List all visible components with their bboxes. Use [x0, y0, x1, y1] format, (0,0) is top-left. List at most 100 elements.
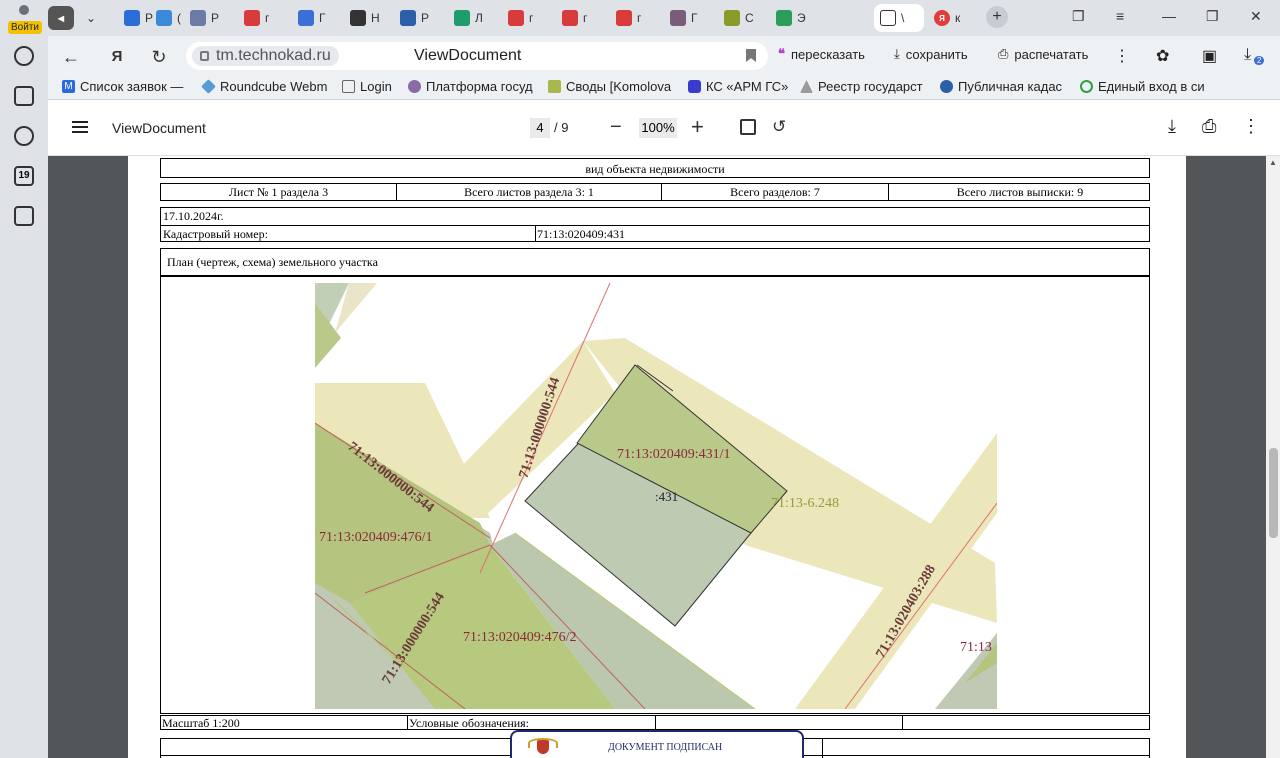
print-page-button[interactable]: ⎙ распечатать [998, 46, 1088, 62]
tab-favicon-icon [124, 10, 140, 26]
tab-audio[interactable]: Р [400, 4, 429, 32]
back-button[interactable]: ← [60, 46, 82, 68]
zoom-input[interactable]: 100% [639, 118, 677, 138]
bookmark-item[interactable]: Платформа госуд [408, 79, 533, 94]
hamburger-menu-icon[interactable] [72, 121, 88, 123]
rotate-icon[interactable]: ↺ [772, 117, 786, 137]
yandex-icon: Я [934, 10, 950, 26]
object-type-row: вид объекта недвижимости [160, 158, 1150, 178]
collections-rail-icon[interactable] [14, 86, 34, 106]
bookmark-item[interactable]: Roundcube Webm [201, 79, 327, 94]
fit-page-icon[interactable] [740, 119, 756, 135]
tab-map[interactable]: г [508, 4, 533, 32]
tab-doc[interactable]: г [244, 4, 269, 32]
user-icon [19, 5, 29, 15]
tab-emblem[interactable]: С [724, 4, 754, 32]
page-title: ViewDocument [414, 47, 522, 64]
retell-icon: ❝ [778, 46, 785, 61]
bookmark-item[interactable]: Реестр государст [800, 79, 923, 94]
scale-label: Масштаб 1:200 [162, 716, 240, 730]
plan-caption: План (чертеж, схема) земельного участка [167, 255, 378, 269]
pdf-download-icon[interactable]: ⤓ [1168, 116, 1176, 137]
cadastral-number-value: 71:13:020409:431 [537, 227, 626, 241]
emblem-eagle-icon [528, 734, 558, 758]
close-window-button[interactable]: ✕ [1250, 8, 1262, 25]
address-field[interactable]: tm.technokad.ru ViewDocument [186, 42, 768, 70]
reading-list-icon[interactable]: ▣ [1202, 46, 1217, 66]
downloads-count-badge: 2 [1254, 56, 1265, 65]
tab-blue[interactable]: ( [156, 4, 181, 32]
tab-active[interactable]: \ [874, 4, 924, 32]
tab-home[interactable]: Н [350, 4, 380, 32]
tab-favicon-icon [562, 10, 578, 26]
tab-pdf[interactable]: Г [298, 4, 326, 32]
document-icon [880, 10, 896, 26]
label-neighbor-4: 71:13 [960, 640, 992, 655]
lock-icon [200, 51, 209, 61]
zoom-out-button[interactable]: − [610, 116, 622, 139]
tab-list-dropdown[interactable]: ⌄ [86, 4, 96, 32]
object-type-caption: вид объекта недвижимости [585, 162, 725, 176]
menu-icon[interactable]: ≡ [1116, 8, 1124, 24]
video-icon[interactable] [14, 126, 34, 146]
tab-earth[interactable]: Л [454, 4, 483, 32]
tab-favicon-icon [190, 10, 206, 26]
scrollbar-thumb[interactable] [1269, 448, 1278, 538]
reload-button[interactable]: ↻ [148, 46, 170, 68]
vertical-scrollbar[interactable]: ▲ [1266, 156, 1280, 758]
calendar-icon[interactable]: 19 [14, 166, 34, 186]
tab-pinned-audio[interactable]: ◀ [48, 4, 79, 32]
downloads-button[interactable]: ⤓ 2 [1244, 46, 1265, 65]
public-map-icon [940, 80, 953, 93]
tab-bar: Войти ◀ ⌄ Р(Рг Г Н Р Лг г г Г С Э \ Я к + ❐ ≡ — ❐… [0, 0, 1280, 36]
tab-pdf-4[interactable]: Г [670, 4, 698, 32]
bookmark-item[interactable]: Своды [Komolova [548, 79, 671, 94]
roundcube-icon [201, 79, 216, 94]
screenshot-icon[interactable] [14, 206, 34, 226]
bookmark-item[interactable]: Единый вход в си [1080, 79, 1205, 94]
label-neighbor-1: 71:13:020409:476/1 [319, 530, 433, 545]
pdf-more-icon[interactable]: ⋮ [1242, 116, 1260, 137]
bookmark-item[interactable]: Login [342, 79, 392, 94]
profile-button[interactable]: Войти [6, 3, 42, 34]
page-icon [342, 80, 355, 93]
scroll-up-icon[interactable]: ▲ [1269, 158, 1277, 167]
tab-favicon-icon [616, 10, 632, 26]
tab-favicon-icon [298, 10, 314, 26]
save-button[interactable]: ⤓ сохранить [894, 46, 968, 62]
extension-icon[interactable]: ✿ [1156, 46, 1169, 66]
pdf-print-icon[interactable]: ⎙ [1202, 116, 1216, 137]
minimize-button[interactable]: — [1162, 8, 1176, 24]
url-host[interactable]: tm.technokad.ru [192, 46, 339, 66]
tab-favicon-icon [454, 10, 470, 26]
retell-button[interactable]: ❝ пересказать [778, 46, 865, 62]
registry-icon [800, 80, 813, 93]
page-number-input[interactable]: 4 [530, 118, 550, 138]
tab-pdf-2[interactable]: г [562, 4, 587, 32]
bookmark-item[interactable]: КС «АРМ ГС» [688, 79, 788, 94]
new-tab-button[interactable]: + [986, 6, 1008, 28]
tab-red[interactable]: Р [124, 4, 153, 32]
yandex-home-button[interactable]: Я [106, 46, 128, 68]
address-bar-row: ← Я ↻ tm.technokad.ru ViewDocument ❝ пер… [48, 36, 1280, 76]
bookmark-item[interactable]: M Список заявок — [62, 79, 183, 94]
tab-pdf-3[interactable]: г [616, 4, 641, 32]
history-icon[interactable] [14, 46, 34, 66]
tab-yandex[interactable]: Я к [934, 4, 960, 32]
sections-total: Всего разделов: 7 [662, 184, 889, 200]
bookmark-item[interactable]: Публичная кадас [940, 79, 1062, 94]
restore-button[interactable]: ❐ [1206, 8, 1219, 25]
zoom-in-button[interactable]: + [691, 114, 704, 140]
bookmark-icon[interactable] [746, 49, 756, 62]
more-actions-button[interactable]: ⋮ [1114, 46, 1130, 66]
downloads-icon: ⤓ [1244, 46, 1252, 63]
mail-icon: M [62, 80, 75, 93]
tab-favicon-icon [400, 10, 416, 26]
signed-stamp: ДОКУМЕНТ ПОДПИСАН [510, 730, 804, 758]
tab-grey[interactable]: Р [190, 4, 219, 32]
document-title: ViewDocument [112, 120, 206, 136]
page-total: / 9 [554, 120, 569, 135]
tab-svody[interactable]: Э [776, 4, 806, 32]
collections-icon[interactable]: ❐ [1072, 8, 1085, 25]
chevron-down-icon: ⌄ [86, 11, 97, 25]
